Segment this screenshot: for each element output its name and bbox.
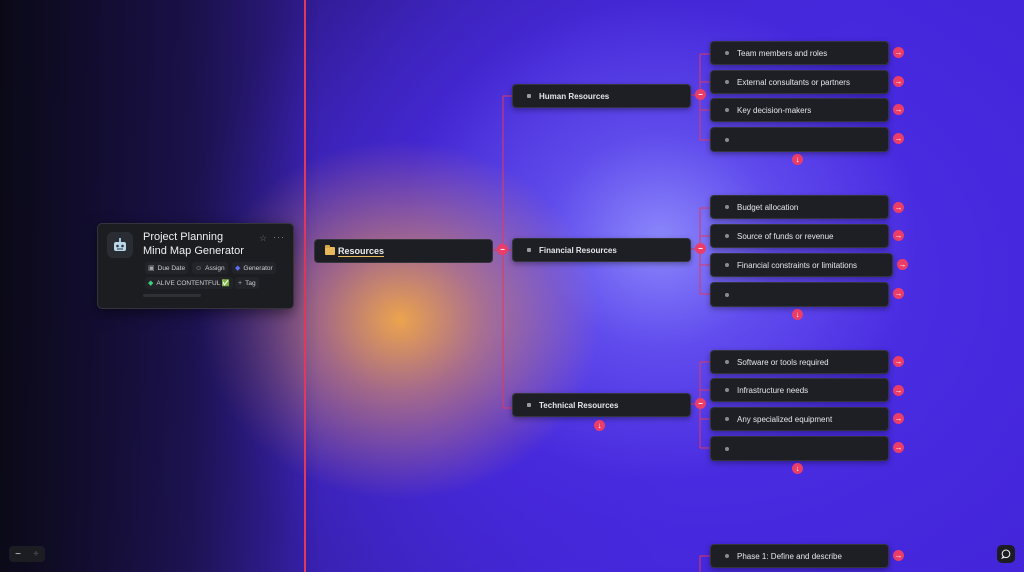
assign-chip[interactable]: ☺ Assign — [192, 262, 228, 274]
list-item[interactable]: Key decision-makers — [710, 98, 889, 122]
robot-icon — [107, 232, 133, 258]
category-human-resources[interactable]: Human Resources — [512, 84, 691, 108]
generator-chip[interactable]: ◆ Generator — [232, 262, 276, 274]
list-item[interactable]: Budget allocation — [710, 195, 889, 219]
arrow-right-icon[interactable]: → — [893, 202, 904, 213]
list-item[interactable]: Any specialized equipment — [710, 407, 889, 431]
collapse-icon[interactable]: − — [497, 244, 508, 255]
more-options-icon[interactable]: ··· — [273, 232, 285, 242]
list-item[interactable]: Source of funds or revenue — [710, 224, 889, 248]
chat-button[interactable] — [997, 545, 1015, 563]
list-item[interactable] — [710, 436, 889, 461]
arrow-right-icon[interactable]: → — [893, 385, 904, 396]
arrow-right-icon[interactable]: → — [893, 47, 904, 58]
card-title: Project Planning Mind Map Generator — [143, 231, 244, 257]
progress-bar — [143, 294, 201, 297]
collapse-icon[interactable]: − — [695, 243, 706, 254]
collapse-icon[interactable]: − — [695, 398, 706, 409]
list-item[interactable]: Financial constraints or limitations — [710, 253, 893, 277]
arrow-right-icon[interactable]: → — [893, 550, 904, 561]
status-chip[interactable]: ◆ ALIVE CONTENTFUL ✅ — [145, 277, 233, 289]
arrow-right-icon[interactable]: → — [893, 133, 904, 144]
add-tag-chip[interactable]: + Tag — [235, 277, 259, 289]
expand-down-icon[interactable]: ↓ — [594, 420, 605, 431]
arrow-right-icon[interactable]: → — [893, 356, 904, 367]
category-technical-resources[interactable]: Technical Resources — [512, 393, 691, 417]
list-item[interactable]: Team members and roles — [710, 41, 889, 65]
expand-down-icon[interactable]: ↓ — [792, 463, 803, 474]
zoom-in-button[interactable]: + — [33, 549, 39, 560]
arrow-right-icon[interactable]: → — [893, 288, 904, 299]
list-item[interactable]: Phase 1: Define and describe — [710, 544, 889, 568]
category-financial-resources[interactable]: Financial Resources — [512, 238, 691, 262]
user-icon: ☺ — [195, 264, 203, 272]
root-node-resources[interactable]: Resources — [314, 239, 493, 263]
arrow-right-icon[interactable]: → — [897, 259, 908, 270]
due-date-chip[interactable]: ▣ Due Date — [145, 262, 189, 274]
collapse-icon[interactable]: − — [695, 89, 706, 100]
list-item[interactable]: External consultants or partners — [710, 70, 889, 94]
plus-icon: + — [238, 279, 243, 287]
arrow-right-icon[interactable]: → — [893, 76, 904, 87]
list-item[interactable] — [710, 282, 889, 307]
zoom-out-button[interactable]: − — [15, 549, 21, 560]
tag-icon: ◆ — [235, 265, 241, 272]
list-item[interactable]: Software or tools required — [710, 350, 889, 374]
list-item[interactable] — [710, 127, 889, 152]
project-card[interactable]: Project Planning Mind Map Generator ☆ ··… — [97, 223, 294, 309]
folder-icon — [325, 245, 335, 255]
chat-bubble-icon — [1001, 549, 1011, 559]
arrow-right-icon[interactable]: → — [893, 442, 904, 453]
tag-icon: ◆ — [148, 280, 154, 287]
expand-down-icon[interactable]: ↓ — [792, 154, 803, 165]
zoom-controls: − + — [9, 546, 45, 562]
star-icon[interactable]: ☆ — [259, 233, 267, 244]
arrow-right-icon[interactable]: → — [893, 413, 904, 424]
expand-down-icon[interactable]: ↓ — [792, 309, 803, 320]
arrow-right-icon[interactable]: → — [893, 104, 904, 115]
calendar-icon: ▣ — [148, 265, 155, 272]
arrow-right-icon[interactable]: → — [893, 230, 904, 241]
list-item[interactable]: Infrastructure needs — [710, 378, 889, 402]
